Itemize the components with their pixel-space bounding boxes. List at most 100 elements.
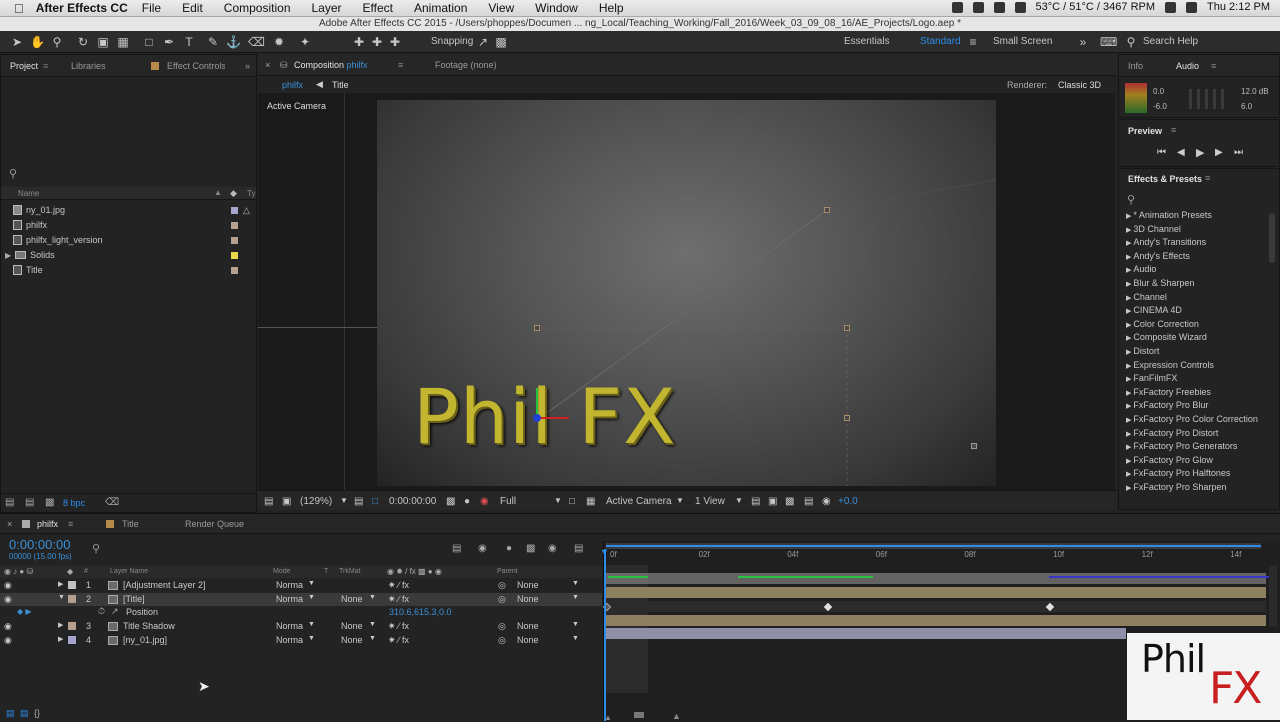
trkmat-dropdown[interactable]: None (341, 594, 363, 604)
apple-icon[interactable]:  (14, 1, 24, 16)
transfer-controls-icon[interactable]: ▤ (20, 708, 29, 719)
first-frame-icon[interactable]: ⏮ (1157, 147, 1166, 158)
parent-dropdown[interactable]: None (517, 594, 539, 604)
snap-target-icon[interactable]: ▩ (494, 35, 508, 49)
axis-local-icon[interactable]: ✚ (352, 35, 366, 49)
search-help-field[interactable]: Search Help (1143, 36, 1198, 47)
layer-name[interactable]: [Adjustment Layer 2] (123, 580, 206, 590)
tab-info[interactable]: Info (1128, 61, 1143, 71)
work-area-indicator[interactable] (606, 545, 1261, 547)
effect-category-item[interactable]: ▶ FxFactory Pro Generators (1126, 441, 1237, 451)
last-frame-icon[interactable]: ⏭ (1234, 147, 1243, 158)
breadcrumb-title[interactable]: Title (332, 80, 349, 90)
search-icon[interactable]: ⚲ (1124, 35, 1138, 49)
panel-menu-icon[interactable]: ≡ (68, 519, 73, 529)
resolution-dropdown[interactable]: Full (500, 496, 516, 507)
tab-render-queue[interactable]: Render Queue (185, 519, 244, 529)
new-comp-icon[interactable]: ▩ (45, 497, 54, 508)
roto-brush-tool-icon[interactable]: ✹ (272, 35, 286, 49)
column-mode[interactable]: Mode (273, 568, 291, 575)
flag-icon[interactable] (951, 1, 963, 13)
cloud-icon[interactable] (1014, 1, 1026, 13)
rotate-tool-icon[interactable]: ↻ (76, 35, 90, 49)
effect-category-item[interactable]: ▶ FxFactory Pro Glow (1126, 455, 1213, 465)
expand-arrow-icon[interactable]: ▶ (58, 580, 63, 588)
pan-behind-tool-icon[interactable]: ▦ (116, 35, 130, 49)
chevron-down-icon[interactable]: ▼ (572, 580, 579, 587)
comp-canvas[interactable]: Phil FX (377, 100, 996, 486)
camera-tool-icon[interactable]: ▣ (96, 35, 110, 49)
clone-stamp-tool-icon[interactable]: ⚓ (226, 35, 241, 49)
chevron-down-icon[interactable]: ▼ (572, 594, 579, 601)
workspace-standard[interactable]: Standard (920, 36, 961, 47)
label-color-swatch[interactable] (231, 207, 238, 214)
interpret-footage-icon[interactable]: ▤ (5, 497, 14, 508)
label-color-swatch[interactable] (231, 237, 238, 244)
chevron-down-icon[interactable]: ▼ (369, 635, 376, 642)
project-item[interactable]: philfx (13, 218, 47, 232)
layer-name[interactable]: [Title] (123, 594, 145, 604)
layer-switches[interactable]: ✷ ∕ fx (388, 594, 409, 605)
graph-icon[interactable]: ↗ (111, 606, 119, 617)
3d-axis-gizmo[interactable] (527, 380, 577, 430)
shy-icon[interactable]: ● (506, 543, 512, 554)
effect-category-item[interactable]: ▶ CINEMA 4D (1126, 305, 1182, 315)
chevron-down-icon[interactable]: ▼ (572, 621, 579, 628)
panel-overflow-icon[interactable]: » (245, 61, 250, 71)
eye-icon[interactable] (972, 1, 984, 13)
menu-file[interactable]: File (142, 1, 161, 15)
eraser-tool-icon[interactable]: ⌫ (248, 35, 265, 49)
stopwatch-icon[interactable]: ⏱ (98, 606, 105, 617)
project-item[interactable]: philfx_light_version (13, 233, 103, 247)
hand-tool-icon[interactable]: ✋ (30, 35, 45, 49)
exposure-icon[interactable]: ◉ (822, 496, 831, 507)
menu-help[interactable]: Help (599, 1, 624, 15)
timeline-icon[interactable]: ▩ (785, 496, 794, 507)
column-type[interactable]: Ty (247, 189, 255, 198)
column-num[interactable]: # (84, 568, 88, 575)
eye-icon[interactable]: ◉ (4, 580, 12, 591)
layer-name[interactable]: [ny_01.jpg] (123, 635, 167, 645)
tab-audio[interactable]: Audio (1176, 61, 1199, 71)
chevron-down-icon[interactable]: ▼ (369, 594, 376, 601)
time-ruler[interactable]: 0f 02f 04f 06f 08f 10f 12f 14f (604, 549, 1280, 561)
snapping-label[interactable]: Snapping (431, 36, 473, 47)
workspace-menu-icon[interactable]: ≡ (966, 35, 980, 49)
column-layer-name[interactable]: Layer Name (110, 568, 148, 575)
chevron-down-icon[interactable]: ▼ (340, 496, 348, 505)
temperature-status[interactable]: 53°C / 51°C / 3467 RPM (1036, 1, 1155, 13)
expand-arrow-icon[interactable]: ▼ (58, 594, 65, 601)
layer-1-track[interactable] (606, 573, 1266, 584)
current-time-display[interactable]: 0:00:00:00 (9, 537, 70, 552)
next-frame-icon[interactable]: ▶ (1215, 147, 1223, 158)
menu-composition[interactable]: Composition (224, 1, 291, 15)
battery-icon[interactable] (1186, 1, 1198, 13)
project-item[interactable]: ny_01.jpg (13, 203, 65, 217)
effect-category-item[interactable]: ▶ FxFactory Pro Halftones (1126, 468, 1230, 478)
layer-label-swatch[interactable] (68, 581, 76, 589)
blend-mode-dropdown[interactable]: Norma (276, 580, 303, 590)
effect-category-item[interactable]: ▶ * Animation Presets (1126, 210, 1212, 220)
blend-mode-dropdown[interactable]: Norma (276, 635, 303, 645)
rectangle-tool-icon[interactable]: □ (142, 35, 156, 49)
play-icon[interactable]: ▶ (1196, 146, 1204, 159)
blend-mode-dropdown[interactable]: Norma (276, 621, 303, 631)
tab-libraries[interactable]: Libraries (71, 61, 106, 71)
tab-footage[interactable]: Footage (none) (435, 60, 497, 70)
chevron-down-icon[interactable]: ▼ (308, 635, 315, 642)
effect-category-item[interactable]: ▶ 3D Channel (1126, 224, 1181, 234)
composition-viewer[interactable]: Active Camera Phil FX (258, 93, 1115, 490)
effect-category-item[interactable]: ▶ Distort (1126, 346, 1159, 356)
effect-category-item[interactable]: ▶ Channel (1126, 292, 1167, 302)
effect-category-item[interactable]: ▶ Andy's Effects (1126, 251, 1190, 261)
blend-mode-dropdown[interactable]: Norma (276, 594, 303, 604)
safe-zones-icon[interactable]: ▤ (354, 496, 363, 507)
mask-visibility-icon[interactable]: □ (372, 496, 378, 507)
search-icon[interactable]: ⚲ (1127, 193, 1135, 206)
parent-dropdown[interactable]: None (517, 635, 539, 645)
workspace-essentials[interactable]: Essentials (844, 36, 890, 47)
workspace-overflow-icon[interactable]: » (1076, 35, 1090, 49)
effect-category-item[interactable]: ▶ FxFactory Pro Blur (1126, 400, 1208, 410)
transform-handle[interactable] (824, 207, 830, 213)
playhead-icon[interactable]: ▼ (600, 547, 609, 557)
